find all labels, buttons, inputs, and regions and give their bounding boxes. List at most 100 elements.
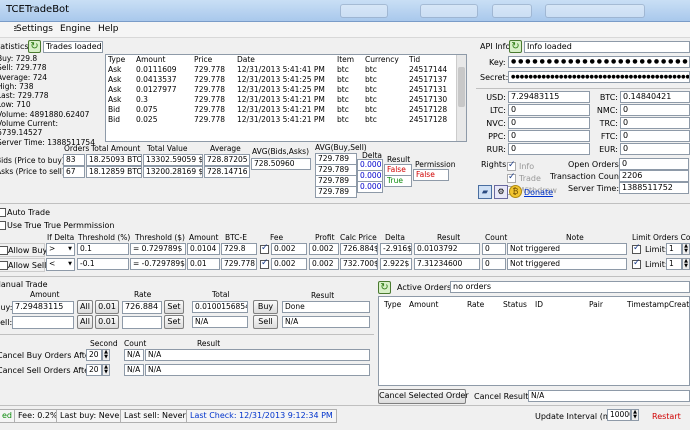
buy-limit-spinner[interactable]: ▲ ▼ bbox=[682, 243, 690, 255]
col-amount[interactable]: Amount bbox=[134, 55, 192, 65]
auto-trade-checkbox[interactable] bbox=[0, 208, 6, 217]
table-row[interactable]: Ask 0.3 729.778 12/31/2013 5:41:21 PM btc btc… bbox=[106, 95, 466, 105]
cancel-buy-seconds[interactable]: 20 bbox=[86, 349, 102, 361]
col-item[interactable]: Item bbox=[335, 55, 363, 65]
manual-buy-label: Buy: bbox=[0, 303, 13, 312]
table-row[interactable]: Bid 0.025 729.778 12/31/2013 5:41:21 PM btc b… bbox=[106, 115, 466, 125]
open-orders-label: Open Orders: bbox=[568, 160, 622, 169]
sell-operator-select[interactable]: < ▼ bbox=[46, 258, 75, 271]
buy-threshold-pct[interactable]: 0.1 bbox=[77, 243, 129, 255]
buy-all-button[interactable]: All bbox=[77, 300, 93, 314]
sell-fee-checkbox[interactable] bbox=[260, 258, 269, 269]
manual-sell-rate[interactable] bbox=[122, 316, 162, 329]
cancel-result-header: Result bbox=[197, 339, 221, 348]
last-check-status: Last Check: 12/31/2013 9:12:34 PM bbox=[186, 409, 337, 423]
menu-settings[interactable]: Settings bbox=[16, 24, 53, 34]
buy-set-button[interactable]: Set bbox=[164, 300, 184, 314]
cell: 729.778 bbox=[194, 75, 226, 84]
divider bbox=[476, 88, 690, 89]
sell-limit-value[interactable]: 1 bbox=[666, 258, 682, 270]
sell-001-button[interactable]: 0.01 bbox=[95, 315, 119, 329]
cell: btc bbox=[365, 85, 377, 94]
trades-scrollbar[interactable] bbox=[456, 55, 466, 141]
sell-fee[interactable]: 0.002 bbox=[271, 258, 307, 270]
cancel-selected-order-button[interactable]: Cancel Selected Order bbox=[378, 389, 469, 404]
buy-profit[interactable]: 0.002 bbox=[309, 243, 339, 255]
buy-note: Not triggered bbox=[507, 243, 627, 255]
cell: 12/31/2013 5:41:21 PM bbox=[237, 115, 325, 124]
table-row[interactable]: Ask 0.0413537 729.778 12/31/2013 5:41:25 PM… bbox=[106, 75, 466, 85]
table-row[interactable]: Bid 0.075 729.778 12/31/2013 5:41:21 PM btc b… bbox=[106, 105, 466, 115]
sell-note: Not triggered bbox=[507, 258, 627, 270]
ao-pair-header[interactable]: Pair bbox=[589, 300, 603, 309]
active-orders-grid[interactable]: Type Amount Rate Status ID Pair Timestam… bbox=[378, 296, 690, 386]
sell-set-button[interactable]: Set bbox=[164, 315, 184, 329]
bitcoin-icon: ₿ bbox=[509, 185, 522, 198]
cancel-sell-spinner[interactable]: ▲ ▼ bbox=[102, 364, 110, 376]
api-refresh-icon[interactable]: ↻ bbox=[509, 40, 522, 53]
buy-amount[interactable]: 0.0104 bbox=[187, 243, 220, 255]
trades-grid[interactable]: Type Amount Price Date Item Currency Tid… bbox=[105, 54, 467, 142]
update-interval-value[interactable]: 10000 bbox=[607, 409, 631, 421]
amount-header: Amount bbox=[189, 233, 219, 242]
buy-operator-select[interactable]: > ▼ bbox=[46, 243, 75, 256]
buy-limit-value[interactable]: 1 bbox=[666, 243, 682, 255]
sell-profit[interactable]: 0.002 bbox=[309, 258, 339, 270]
col-price[interactable]: Price bbox=[192, 55, 235, 65]
scrollbar-thumb[interactable] bbox=[458, 67, 465, 107]
sell-limit-checkbox[interactable] bbox=[632, 258, 641, 269]
ao-type-header[interactable]: Type bbox=[384, 300, 401, 309]
col-type[interactable]: Type bbox=[106, 55, 134, 65]
buy-limit-checkbox[interactable] bbox=[632, 243, 641, 254]
result-label: Result bbox=[387, 155, 411, 164]
ao-id-header[interactable]: ID bbox=[535, 300, 543, 309]
donate-link[interactable]: Donate bbox=[524, 188, 553, 197]
nmc-label: NMC: bbox=[596, 106, 618, 115]
ao-status-header[interactable]: Status bbox=[503, 300, 527, 309]
sell-amount[interactable]: 0.01 bbox=[187, 258, 220, 270]
stat-last: Last: 729.778 bbox=[0, 91, 49, 101]
sell-threshold-pct[interactable]: -0.1 bbox=[77, 258, 129, 270]
manual-buy-rate[interactable]: 726.884 bbox=[122, 301, 162, 314]
buy-001-button[interactable]: 0.01 bbox=[95, 300, 119, 314]
sell-button[interactable]: Sell bbox=[253, 315, 278, 329]
stats-refresh-icon[interactable]: ↻ bbox=[28, 40, 41, 53]
table-row[interactable]: Ask 0.0127977 729.778 12/31/2013 5:41:25 PM… bbox=[106, 85, 466, 95]
cancel-buy-spinner[interactable]: ▲ ▼ bbox=[102, 349, 110, 361]
update-interval-spinner[interactable]: ▲ ▼ bbox=[631, 409, 639, 421]
manual-buy-amount[interactable]: 7.29483115 bbox=[12, 301, 74, 314]
secret-field[interactable]: ●●●●●●●●●●●●●●●●●●●●●●●●●●●●●●●●●●●●●●●●… bbox=[508, 71, 690, 83]
ao-timestamp-header[interactable]: TimestampCreated bbox=[627, 300, 689, 309]
api-status: Info loaded bbox=[524, 41, 690, 53]
sell-all-button[interactable]: All bbox=[77, 315, 93, 329]
buy-fee[interactable]: 0.002 bbox=[271, 243, 307, 255]
open-orders-value: 0 bbox=[619, 158, 689, 170]
buy-fee-checkbox[interactable] bbox=[260, 243, 269, 254]
table-row[interactable]: Ask 0.0111609 729.778 12/31/2013 5:41:41 PM… bbox=[106, 65, 466, 75]
menu-engine[interactable]: Engine bbox=[60, 24, 91, 34]
true-permission-checkbox[interactable] bbox=[0, 221, 6, 230]
sell-limit-spinner[interactable]: ▲ ▼ bbox=[682, 258, 690, 270]
key-field[interactable]: ● ● ● ● ● ● ● ● ● ● ● ● ● ● ● ● ● ● ● ● … bbox=[508, 56, 690, 68]
restart-link[interactable]: Restart bbox=[652, 412, 681, 421]
manual-sell-amount[interactable] bbox=[12, 316, 74, 329]
col-date[interactable]: Date bbox=[235, 55, 335, 65]
avg-bids-asks-label: AVG(Bids,Asks) bbox=[252, 147, 310, 156]
ao-amount-header[interactable]: Amount bbox=[409, 300, 438, 309]
chart-icon[interactable]: ▰ bbox=[478, 185, 492, 199]
stat-low: Low: 710 bbox=[0, 100, 31, 110]
cell: btc bbox=[337, 95, 349, 104]
cancel-sell-seconds[interactable]: 20 bbox=[86, 364, 102, 376]
menu-help[interactable]: Help bbox=[98, 24, 119, 34]
ao-rate-header[interactable]: Rate bbox=[467, 300, 484, 309]
bids-total-value: 13302.59059 $ bbox=[143, 154, 203, 166]
allow-sell-checkbox[interactable] bbox=[0, 261, 8, 270]
active-orders-refresh-icon[interactable]: ↻ bbox=[378, 281, 391, 294]
cell: btc bbox=[365, 75, 377, 84]
settings-icon[interactable]: ⚙ bbox=[494, 185, 508, 199]
allow-buy-checkbox[interactable] bbox=[0, 246, 8, 255]
manual-result-header: Result bbox=[311, 291, 335, 300]
buy-button[interactable]: Buy bbox=[253, 300, 278, 314]
col-currency[interactable]: Currency bbox=[363, 55, 407, 65]
fee-status: Fee: 0.2% bbox=[14, 409, 62, 423]
